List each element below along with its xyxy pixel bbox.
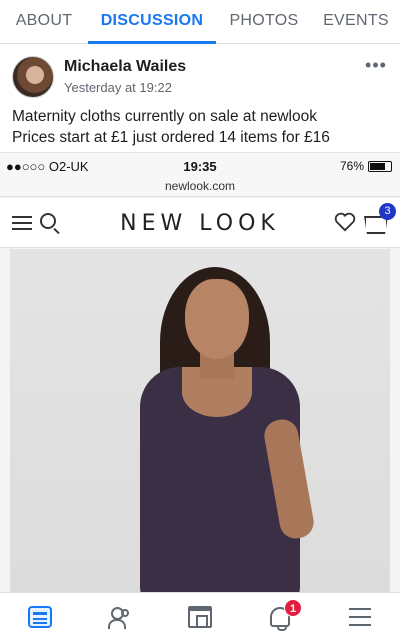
nav-news-feed[interactable] — [0, 593, 80, 640]
phone-status-bar: ●●○○○ O2-UK 19:35 76% newlook.com — [0, 153, 400, 197]
notification-badge: 1 — [284, 599, 302, 617]
nav-marketplace[interactable] — [160, 593, 240, 640]
site-header: NEW LOOK 3 — [0, 198, 400, 248]
avatar[interactable] — [12, 56, 54, 98]
bag-count-badge: 3 — [379, 203, 396, 220]
news-feed-icon — [28, 606, 52, 628]
menu-icon — [349, 608, 371, 626]
post-header: Michaela Wailes Yesterday at 19:22 ••• — [12, 56, 388, 100]
url-text: newlook.com — [164, 179, 236, 193]
more-options-icon[interactable]: ••• — [364, 56, 388, 80]
bottom-navigation: 1 — [0, 592, 400, 640]
post-text-line-1: Maternity cloths currently on sale at ne… — [12, 108, 317, 125]
tab-discussion[interactable]: DISCUSSION — [88, 0, 216, 44]
nav-notifications[interactable]: 1 — [240, 593, 320, 640]
battery-icon — [368, 160, 392, 172]
model-face — [185, 279, 249, 359]
battery-indicator: 76% — [340, 159, 392, 173]
product-photo — [10, 249, 390, 592]
post-author[interactable]: Michaela Wailes — [64, 58, 186, 76]
heart-icon — [334, 212, 356, 232]
attached-screenshot[interactable]: ●●○○○ O2-UK 19:35 76% newlook.com NEW LO… — [0, 152, 400, 592]
group-tabs: ABOUT DISCUSSION PHOTOS EVENTS — [0, 0, 400, 44]
tab-about[interactable]: ABOUT — [0, 0, 88, 44]
battery-text: 76% — [339, 159, 364, 173]
tab-photos[interactable]: PHOTOS — [216, 0, 312, 44]
nav-friends[interactable] — [80, 593, 160, 640]
marketplace-icon — [188, 606, 212, 628]
post-text: Maternity cloths currently on sale at ne… — [12, 106, 392, 148]
post-timestamp[interactable]: Yesterday at 19:22 — [64, 80, 172, 95]
nav-menu[interactable] — [320, 593, 400, 640]
tab-events[interactable]: EVENTS — [312, 0, 400, 44]
friends-icon — [108, 606, 132, 629]
post-text-line-2: Prices start at £1 just ordered 14 items… — [12, 129, 330, 146]
